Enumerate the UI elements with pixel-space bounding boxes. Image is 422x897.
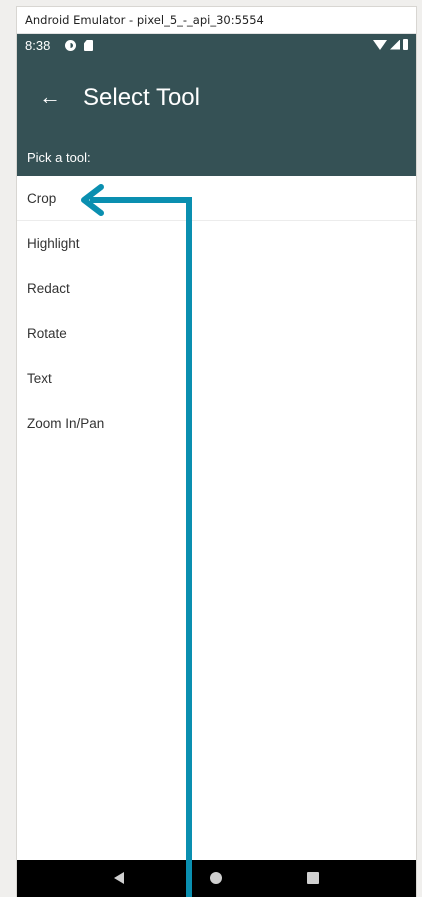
tool-list: Crop Highlight Redact Rotate Text Zoom I… xyxy=(17,176,416,446)
status-icons xyxy=(373,39,408,50)
status-time: 8:38 xyxy=(25,38,51,53)
wifi-icon xyxy=(373,39,387,50)
nav-home-icon[interactable] xyxy=(210,872,222,884)
nav-back-icon[interactable] xyxy=(114,872,124,884)
tool-item-redact[interactable]: Redact xyxy=(17,266,416,311)
system-nav-bar xyxy=(17,860,416,897)
window-title: Android Emulator - pixel_5_-_api_30:5554 xyxy=(17,7,416,34)
nav-recent-icon[interactable] xyxy=(307,872,319,884)
tool-item-zoom-pan[interactable]: Zoom In/Pan xyxy=(17,401,416,446)
battery-icon xyxy=(403,39,408,50)
emulator-frame: Android Emulator - pixel_5_-_api_30:5554… xyxy=(17,7,416,897)
page-title: Select Tool xyxy=(83,84,200,111)
tool-item-highlight[interactable]: Highlight xyxy=(17,221,416,266)
sd-card-icon xyxy=(84,40,93,51)
tool-item-text[interactable]: Text xyxy=(17,356,416,401)
tool-item-rotate[interactable]: Rotate xyxy=(17,311,416,356)
subheader: Pick a tool: xyxy=(17,140,416,176)
tool-item-crop[interactable]: Crop xyxy=(17,176,416,221)
status-app-icon xyxy=(65,40,76,51)
subheader-label: Pick a tool: xyxy=(27,150,91,165)
back-arrow-icon[interactable]: ← xyxy=(39,82,61,112)
signal-icon xyxy=(390,39,400,50)
app-bar: ← Select Tool xyxy=(17,58,416,140)
status-bar: 8:38 xyxy=(17,34,416,58)
